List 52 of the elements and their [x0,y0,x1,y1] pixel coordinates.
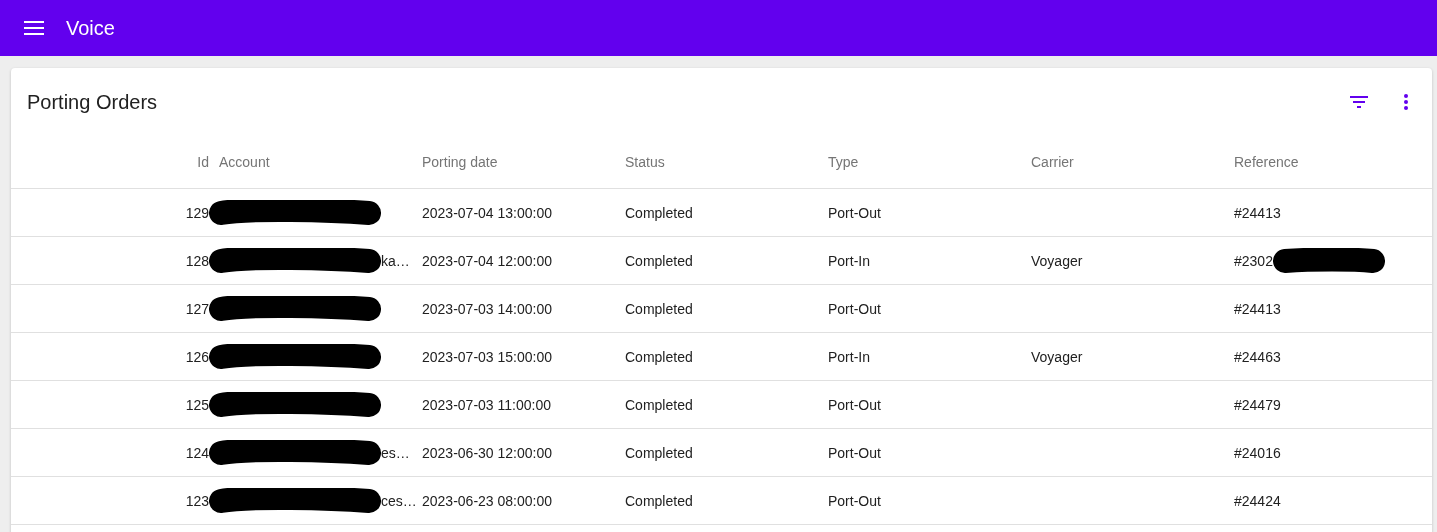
card-title: Porting Orders [27,90,158,114]
table-cell-text: Port-Out [827,396,882,413]
table-cell: ces… [381,492,417,509]
column-header[interactable]: Account [209,154,412,170]
table-cell: ka… [381,252,410,269]
table-cell: 125 [185,396,209,413]
app-title: Voice [66,16,115,40]
table-cell: #24463 [1234,348,1281,365]
table-cell-text: 2023-06-23 08:00:00 [421,492,553,509]
table-cell-text: Port-Out [827,204,882,221]
table-cell-text: 2023-07-03 15:00:00 [421,348,553,365]
table-cell: 129 [185,204,209,221]
table-cell-text: 2023-06-30 12:00:00 [421,444,553,461]
table-cell: 128 [185,252,209,269]
table-cell-text: 2023-07-04 12:00:00 [421,252,553,269]
table-cell-text: 2023-07-04 13:00:00 [421,204,553,221]
more-options-icon[interactable] [1404,94,1408,110]
table-cell: #24479 [1234,396,1281,413]
table-cell: 126 [185,348,209,365]
table-cell-text: 2023-07-03 14:00:00 [421,300,553,317]
column-header[interactable]: Porting date [412,154,615,170]
table-cell-text: Port-In [827,348,871,365]
table-cell: #24016 [1234,444,1281,461]
table-cell-text: Completed [624,252,694,269]
table-cell-text: Completed [624,492,694,509]
table-cell-text: Completed [624,204,694,221]
table-cell-text: Port-Out [827,300,882,317]
table-cell-text: Port-In [827,252,871,269]
table-cell: 127 [185,300,209,317]
column-header[interactable]: Carrier [1021,154,1224,170]
column-header[interactable]: Reference [1224,154,1432,170]
table-cell-text: Completed [624,444,694,461]
menu-icon[interactable] [24,21,44,35]
table-cell-text: Voyager [1030,252,1084,269]
table-cell: es… [381,444,410,461]
table-cell: #24413 [1234,300,1281,317]
table-cell-text: Voyager [1030,348,1084,365]
table-cell-text: Completed [624,396,694,413]
table-cell: 124 [185,444,209,461]
table-cell-text: 2023-07-03 11:00:00 [421,396,552,413]
table-cell: 123 [185,492,209,509]
table-cell-text: Port-Out [827,492,882,509]
column-header[interactable]: Type [818,154,1021,170]
filter-icon[interactable] [1350,96,1368,108]
table-cell: #24424 [1234,492,1281,509]
table-cell: #2302 [1234,252,1273,269]
table-cell: #24413 [1234,204,1281,221]
table-cell-text: Completed [624,348,694,365]
column-header[interactable]: Id [197,154,209,170]
column-header[interactable]: Status [615,154,818,170]
table-cell-text: Port-Out [827,444,882,461]
table-cell-text: Completed [624,300,694,317]
